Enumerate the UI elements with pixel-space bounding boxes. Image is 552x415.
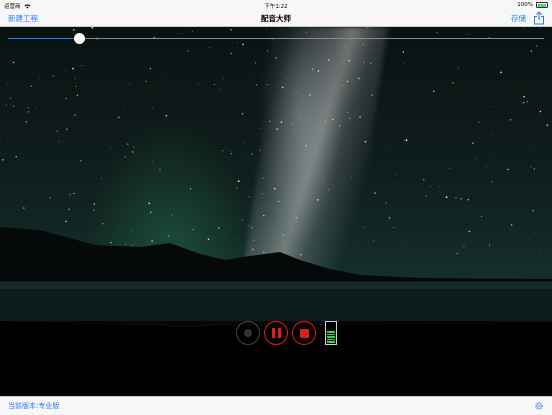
playback-slider[interactable] [8, 38, 544, 39]
version-label[interactable]: 当前版本:专业版 [8, 401, 59, 411]
save-button[interactable]: 存储 [511, 13, 526, 24]
level-meter-segment [327, 330, 335, 333]
navigation-bar: 新建工程 配音大师 存储 [0, 10, 552, 27]
playback-slider-fill [8, 38, 80, 39]
playback-slider-thumb[interactable] [73, 33, 85, 44]
battery-icon [536, 2, 548, 8]
level-meter-icon [325, 321, 337, 345]
page-title: 配音大师 [261, 14, 291, 23]
level-meter-segment [327, 336, 335, 338]
recording-controls [0, 321, 552, 345]
level-meter-segment [327, 323, 335, 325]
pause-button[interactable] [264, 321, 288, 345]
battery-percent: 100% [517, 2, 533, 8]
stop-icon [299, 328, 309, 338]
gear-icon[interactable] [534, 401, 544, 411]
level-meter-segment [327, 338, 335, 341]
share-icon[interactable] [533, 11, 545, 25]
level-meter-segment [327, 326, 335, 328]
status-time: 下午1:22 [264, 4, 288, 10]
level-meter-segment [327, 328, 335, 330]
status-bar: 运营商 下午1:22 100% [0, 0, 552, 10]
bottom-toolbar: 当前版本:专业版 [0, 396, 552, 415]
stop-button[interactable] [292, 321, 316, 345]
level-meter-segment [327, 333, 335, 336]
record-icon [244, 329, 252, 337]
record-button[interactable] [236, 321, 260, 345]
level-meter-segment [327, 341, 335, 343]
